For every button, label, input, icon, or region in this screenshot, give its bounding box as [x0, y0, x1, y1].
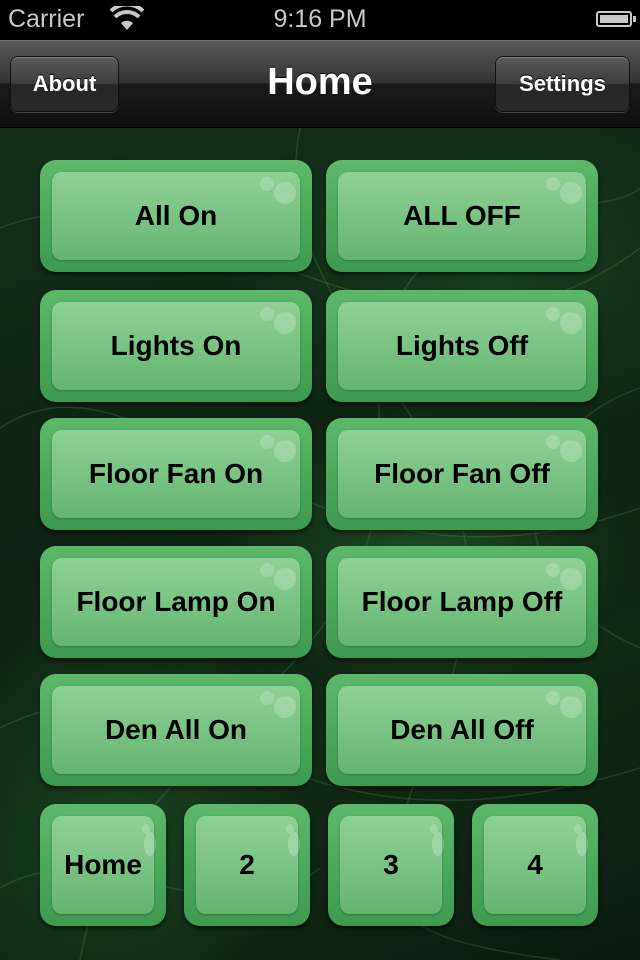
page-3-button[interactable]: 3	[328, 804, 454, 926]
all-on-button[interactable]: All On	[40, 160, 312, 272]
all-off-button[interactable]: ALL OFF	[326, 160, 598, 272]
floor-fan-off-button[interactable]: Floor Fan Off	[326, 418, 598, 530]
button-label: Floor Lamp Off	[361, 586, 563, 617]
page-2-button[interactable]: 2	[184, 804, 310, 926]
button-label: 3	[383, 849, 399, 880]
button-label: 2	[239, 849, 255, 880]
floor-lamp-on-button[interactable]: Floor Lamp On	[40, 546, 312, 658]
button-label: 4	[527, 849, 543, 880]
page-home-button[interactable]: Home	[40, 804, 166, 926]
button-label: Floor Fan On	[88, 458, 264, 489]
status-bar: Carrier 9:16 PM	[0, 0, 640, 40]
lights-off-button[interactable]: Lights Off	[326, 290, 598, 402]
button-label: Den All On	[104, 714, 248, 745]
button-label: ALL OFF	[403, 200, 521, 231]
button-label: Floor Lamp On	[76, 586, 276, 617]
clock: 9:16 PM	[273, 5, 367, 33]
page-4-button[interactable]: 4	[472, 804, 598, 926]
button-label: Lights Off	[395, 330, 529, 361]
lights-on-button[interactable]: Lights On	[40, 290, 312, 402]
button-label: Floor Fan Off	[374, 458, 550, 489]
button-label: Home	[64, 849, 142, 880]
battery-icon	[596, 11, 636, 27]
den-all-off-button[interactable]: Den All Off	[326, 674, 598, 786]
floor-fan-on-button[interactable]: Floor Fan On	[40, 418, 312, 530]
navigation-bar: About Home Settings	[0, 40, 640, 128]
floor-lamp-off-button[interactable]: Floor Lamp Off	[326, 546, 598, 658]
den-all-on-button[interactable]: Den All On	[40, 674, 312, 786]
button-label: All On	[134, 200, 218, 231]
button-label: Lights On	[110, 330, 242, 361]
settings-button[interactable]: Settings	[495, 56, 630, 112]
button-label: Den All Off	[390, 714, 534, 745]
